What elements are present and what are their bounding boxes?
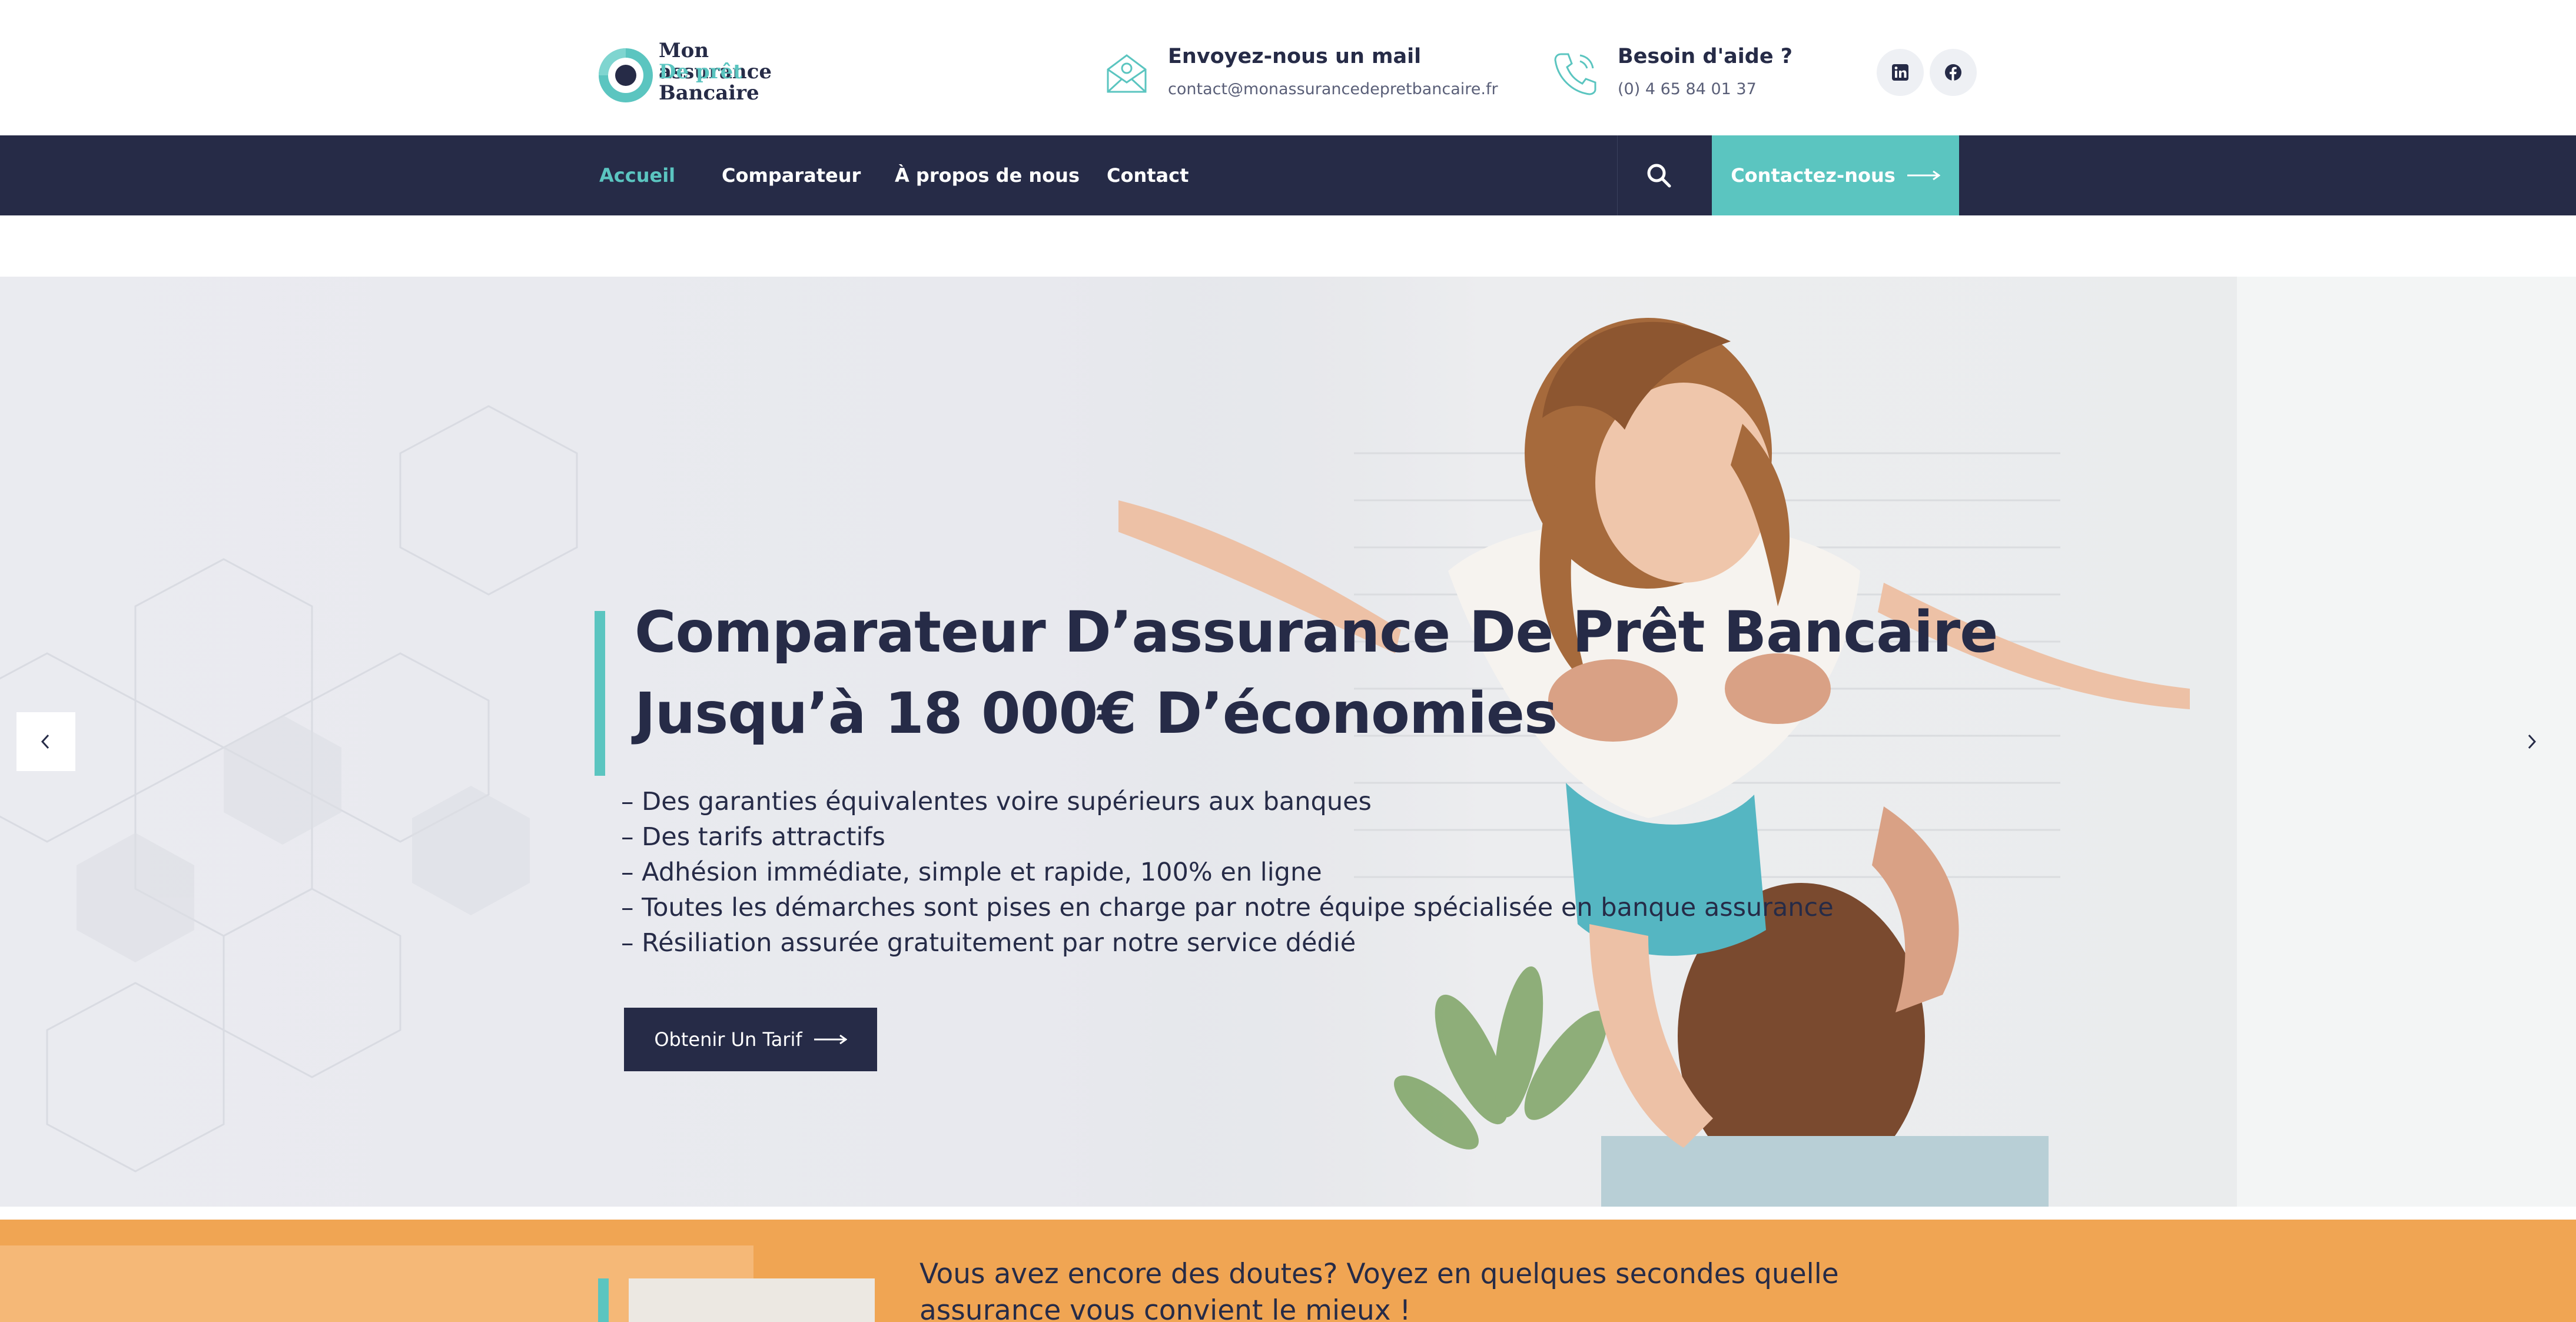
get-quote-label: Obtenir Un Tarif bbox=[654, 1028, 802, 1051]
nav-item-comparateur[interactable]: Comparateur bbox=[722, 135, 861, 215]
hero-benefit-item: – Toutes les démarches sont pises en cha… bbox=[621, 893, 1834, 922]
nav-item-accueil[interactable]: Accueil bbox=[599, 135, 675, 215]
logo-text-line2: De prêt bbox=[659, 60, 742, 84]
nav-item-contact[interactable]: Contact bbox=[1107, 135, 1189, 215]
phone-number-link[interactable]: (0) 4 65 84 01 37 bbox=[1618, 80, 1757, 98]
hero-benefit-item: – Résiliation assurée gratuitement par n… bbox=[621, 928, 1356, 958]
mail-title: Envoyez-nous un mail bbox=[1168, 45, 1422, 68]
contact-cta-label: Contactez-nous bbox=[1731, 164, 1896, 187]
get-quote-button[interactable]: Obtenir Un Tarif bbox=[624, 1008, 877, 1071]
phone-icon bbox=[1554, 53, 1596, 95]
logo-mark-icon bbox=[599, 48, 653, 102]
chevron-right-icon bbox=[2528, 734, 2537, 749]
hero-benefits-list: – Des garanties équivalentes voire supér… bbox=[621, 784, 1834, 961]
promo-accent-bar bbox=[598, 1278, 609, 1322]
facebook-button[interactable] bbox=[1930, 49, 1977, 96]
facebook-icon bbox=[1945, 64, 1961, 81]
hero-benefit-item: – Adhésion immédiate, simple et rapide, … bbox=[621, 858, 1322, 887]
slider-prev-button[interactable] bbox=[16, 712, 75, 771]
hero-title-line1: Comparateur D’assurance De Prêt Bancaire bbox=[635, 599, 1998, 665]
envelope-icon bbox=[1107, 54, 1147, 93]
mail-address-link[interactable]: contact@monassurancedepretbancaire.fr bbox=[1168, 80, 1498, 98]
phone-title: Besoin d'aide ? bbox=[1618, 45, 1793, 68]
promo-image bbox=[629, 1278, 875, 1322]
linkedin-icon bbox=[1892, 64, 1908, 81]
arrow-right-icon bbox=[814, 1035, 847, 1044]
site-logo[interactable]: Mon assurance De prêt Bancaire bbox=[597, 40, 821, 111]
chevron-left-icon bbox=[41, 734, 49, 749]
search-button[interactable] bbox=[1617, 135, 1700, 215]
arrow-right-icon bbox=[1907, 171, 1940, 180]
promo-text: Vous avez encore des doutes? Voyez en qu… bbox=[919, 1258, 1839, 1322]
linkedin-button[interactable] bbox=[1877, 49, 1924, 96]
main-navbar: Accueil Comparateur À propos de nous Con… bbox=[0, 135, 2576, 215]
top-header: Mon assurance De prêt Bancaire Envoyez-n… bbox=[0, 0, 2576, 135]
hero-accent-bar bbox=[595, 611, 605, 776]
contact-cta-button[interactable]: Contactez-nous bbox=[1712, 135, 1959, 215]
nav-item-a-propos[interactable]: À propos de nous bbox=[895, 135, 1080, 215]
logo-text-line3: Bancaire bbox=[659, 81, 759, 105]
search-icon bbox=[1647, 164, 1671, 188]
promo-section: Vous avez encore des doutes? Voyez en qu… bbox=[0, 1220, 2576, 1322]
hero-benefit-item: – Des garanties équivalentes voire supér… bbox=[621, 787, 1372, 816]
hero-slider: Comparateur D’assurance De Prêt Bancaire… bbox=[0, 277, 2576, 1207]
hero-title-line2: Jusqu’à 18 000€ D’économies bbox=[635, 680, 1558, 746]
hero-benefit-item: – Des tarifs attractifs bbox=[621, 822, 885, 852]
slider-next-button[interactable] bbox=[2502, 712, 2561, 771]
